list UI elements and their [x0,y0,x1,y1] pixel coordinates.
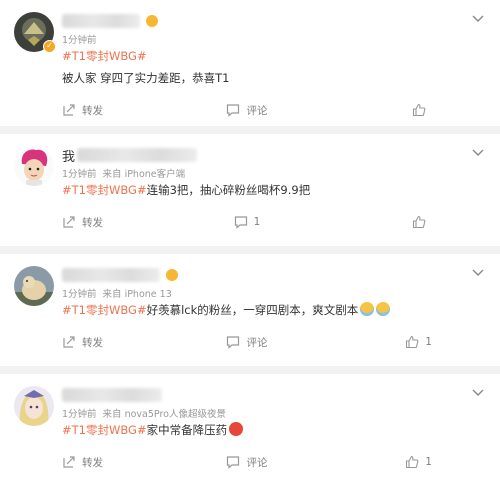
verified-badge-icon: ✓ [43,40,56,53]
angry-emoji-icon [229,422,244,436]
repost-icon [63,104,75,116]
chevron-down-icon[interactable] [470,386,486,398]
comment-icon [234,216,247,229]
post-card: 1分钟前 来自 nova5Pro人像超级夜景 #T1零封WBG#家中常备降压药 … [0,374,500,478]
chevron-down-icon[interactable] [470,146,486,158]
post-content: #T1零封WBG#连输3把，抽心碎粉丝喝杯9.9把 [62,180,486,200]
username-redacted[interactable] [62,14,140,28]
avatar[interactable] [14,266,54,306]
post-text: 家中常备降压药 [146,423,228,437]
chevron-down-icon[interactable] [470,266,486,278]
topic-tag[interactable]: #T1零封WBG# [62,183,147,197]
post-card: 我 1分钟前 来自 iPhone客户端 #T1零封WBG#连输3把，抽心碎粉丝喝… [0,134,500,246]
comment-button[interactable]: 评论 [185,335,308,350]
post-text: 被人家 穿四了实力差距，恭喜T1 [62,71,230,85]
avatar[interactable]: ✓ [14,12,56,53]
topic-tag[interactable]: #T1零封WBG# [62,303,147,317]
avatar[interactable] [14,146,54,186]
repost-icon [63,336,75,348]
username-redacted[interactable] [62,388,162,402]
comment-button[interactable]: 1 [185,215,308,229]
like-button[interactable] [309,103,486,117]
post-time: 1分钟前 [62,35,97,46]
username-redacted[interactable] [77,148,198,162]
repost-button[interactable]: 转发 [14,103,185,118]
like-icon [406,455,419,469]
action-bar: 转发 评论 1 [14,444,486,478]
comment-icon [227,456,240,469]
comment-icon [227,104,240,117]
action-bar: 转发 评论 [14,92,486,128]
chevron-down-icon[interactable] [470,12,486,24]
post-content: #T1零封WBG# [62,46,486,66]
comment-icon [227,336,240,349]
post-card: ✓ 1分钟前 #T1零封WBG# 被人家 穿四了实力差距，恭喜T1 转发 评论 [0,0,500,126]
comment-button[interactable]: 评论 [185,103,308,118]
like-button[interactable] [309,215,486,229]
like-icon [406,335,419,349]
topic-tag[interactable]: #T1零封WBG# [62,49,147,63]
repost-button[interactable]: 转发 [14,215,185,230]
post-text: 好羡慕lck的粉丝，一穿四剧本，爽文剧本 [146,303,359,317]
username-prefix[interactable]: 我 [62,146,75,165]
user-badge-icon [146,15,158,27]
post-source: 来自 iPhone客户端 [102,169,186,180]
comment-button[interactable]: 评论 [185,455,308,470]
like-button[interactable]: 1 [309,335,486,349]
comment-feed: ✓ 1分钟前 #T1零封WBG# 被人家 穿四了实力差距，恭喜T1 转发 评论 … [0,0,500,478]
post-time: 1分钟前 [62,169,97,180]
user-badge-icon [166,269,178,281]
post-time: 1分钟前 [62,409,97,420]
repost-icon [63,456,75,468]
username-redacted[interactable] [62,268,160,282]
post-source: 来自 nova5Pro人像超级夜景 [102,409,226,420]
repost-icon [63,216,75,228]
action-bar: 转发 评论 1 [14,324,486,360]
crying-emoji-icon [360,302,375,316]
avatar[interactable] [14,386,54,426]
action-bar: 转发 1 [14,204,486,240]
repost-button[interactable]: 转发 [14,335,185,350]
like-button[interactable]: 1 [309,455,486,469]
post-time: 1分钟前 [62,289,97,300]
like-icon [412,103,426,117]
post-card: 1分钟前 来自 iPhone 13 #T1零封WBG#好羡慕lck的粉丝，一穿四… [0,254,500,366]
post-content: #T1零封WBG#家中常备降压药 [62,420,486,440]
topic-tag[interactable]: #T1零封WBG# [62,423,147,437]
post-source: 来自 iPhone 13 [102,289,172,300]
repost-button[interactable]: 转发 [14,455,185,470]
post-text: 连输3把，抽心碎粉丝喝杯9.9把 [146,183,311,197]
post-content: #T1零封WBG#好羡慕lck的粉丝，一穿四剧本，爽文剧本 [62,300,486,320]
crying-emoji-icon [376,302,391,316]
like-icon [412,215,426,229]
